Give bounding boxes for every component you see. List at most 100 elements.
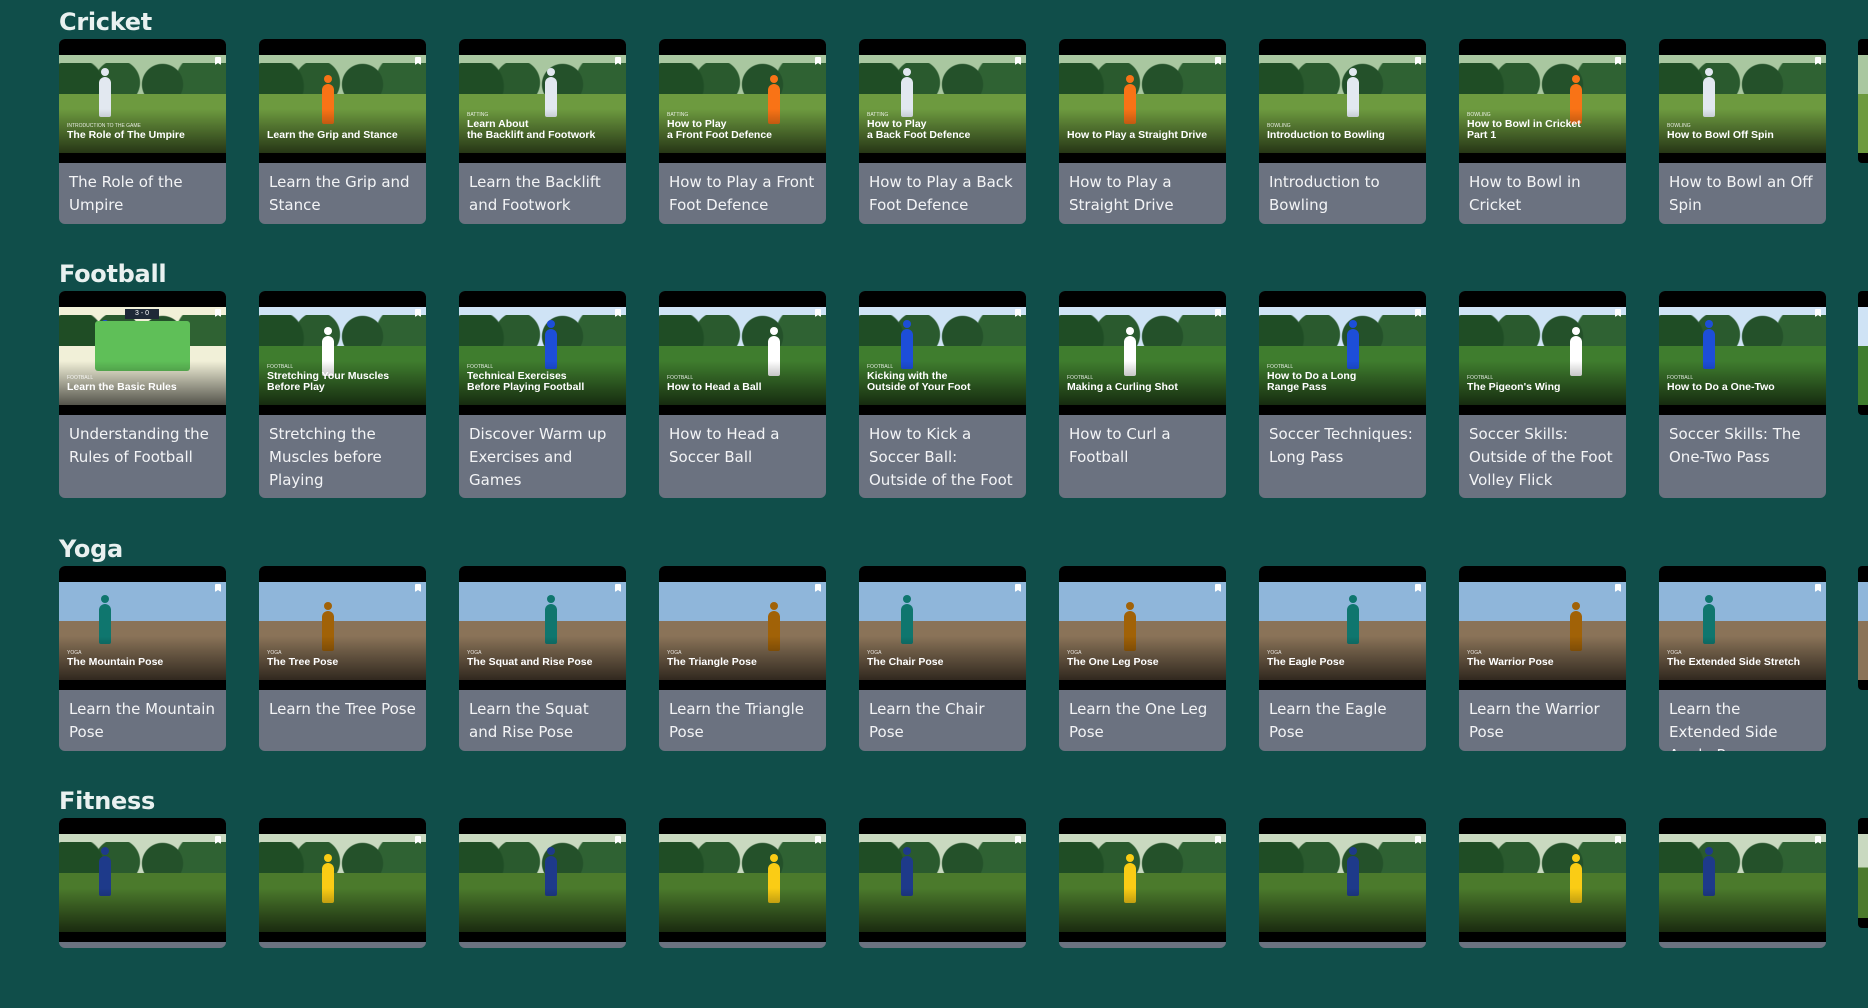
video-thumbnail[interactable]: Football Stretching Your Muscles Before P… bbox=[259, 291, 426, 415]
video-thumbnail[interactable]: Football How to Head a Ball bbox=[659, 291, 826, 415]
video-card[interactable]: Yoga The Chair Pose Learn the Chair Pose bbox=[859, 566, 1026, 751]
video-card[interactable]: Yoga The Triangle Pose Learn the Triangle … bbox=[659, 566, 826, 751]
video-thumbnail[interactable]: 3 - 0 Football Learn the Basic Rules bbox=[59, 291, 226, 415]
video-thumbnail[interactable]: Yoga The Mountain Pose bbox=[59, 566, 226, 690]
video-card[interactable]: Bowling How to Bowl Off Spin How to Bowl a… bbox=[1659, 39, 1826, 224]
next-card-peek[interactable] bbox=[1858, 291, 1868, 415]
video-title[interactable]: How to Kick a Soccer Ball: Outside of th… bbox=[859, 415, 1026, 498]
video-title[interactable]: How to Head a Soccer Ball bbox=[659, 415, 826, 479]
next-card-peek[interactable] bbox=[1858, 566, 1868, 690]
video-card[interactable]: Football How to Head a Ball How to Head a … bbox=[659, 291, 826, 498]
video-card[interactable]: Football How to Do a One-Two Soccer Skills… bbox=[1659, 291, 1826, 498]
video-thumbnail[interactable]: Yoga The Chair Pose bbox=[859, 566, 1026, 690]
video-card[interactable]: Introduction to the game The Role of The … bbox=[59, 39, 226, 224]
video-title[interactable]: How to Play a Straight Drive bbox=[1059, 163, 1226, 224]
video-title[interactable]: Learn the Warrior Pose bbox=[1459, 690, 1626, 751]
video-card[interactable]: Yoga The Extended Side Stretch Learn the E… bbox=[1659, 566, 1826, 751]
next-card-peek[interactable] bbox=[1858, 818, 1868, 928]
video-title[interactable]: Stretching the Muscles before Playing bbox=[259, 415, 426, 498]
video-title[interactable]: How to Bowl in Cricket bbox=[1459, 163, 1626, 224]
video-card[interactable]: Yoga The Tree Pose Learn the Tree Pose bbox=[259, 566, 426, 751]
video-thumbnail[interactable]: Yoga The Eagle Pose bbox=[1259, 566, 1426, 690]
video-card[interactable]: Learn the Grip and Stance Learn the Grip … bbox=[259, 39, 426, 224]
video-card[interactable] bbox=[59, 818, 226, 948]
video-thumbnail[interactable]: Yoga The Warrior Pose bbox=[1459, 566, 1626, 690]
video-title[interactable]: How to Play a Front Foot Defence bbox=[659, 163, 826, 224]
video-thumbnail[interactable]: Bowling How to Bowl in Cricket Part 1 bbox=[1459, 39, 1626, 163]
video-thumbnail[interactable]: Batting How to Play a Back Foot Defence bbox=[859, 39, 1026, 163]
video-card[interactable]: Football Stretching Your Muscles Before P… bbox=[259, 291, 426, 498]
video-title[interactable]: Learn the Grip and Stance bbox=[259, 163, 426, 224]
video-card[interactable] bbox=[1059, 818, 1226, 948]
video-thumbnail[interactable] bbox=[259, 818, 426, 942]
video-card[interactable]: Yoga The Mountain Pose Learn the Mountain … bbox=[59, 566, 226, 751]
video-card[interactable] bbox=[1459, 818, 1626, 948]
video-title[interactable]: Learn the Triangle Pose bbox=[659, 690, 826, 751]
video-thumbnail[interactable]: Yoga The Tree Pose bbox=[259, 566, 426, 690]
video-card[interactable] bbox=[859, 818, 1026, 948]
video-thumbnail[interactable] bbox=[1659, 818, 1826, 942]
video-thumbnail[interactable]: Football Making a Curling Shot bbox=[1059, 291, 1226, 415]
video-title[interactable]: Learn the Squat and Rise Pose bbox=[459, 690, 626, 751]
video-card[interactable]: Batting How to Play a Back Foot Defence Ho… bbox=[859, 39, 1026, 224]
video-title[interactable]: How to Curl a Football bbox=[1059, 415, 1226, 479]
video-thumbnail[interactable]: Football Kicking with the Outside of Your… bbox=[859, 291, 1026, 415]
video-title[interactable]: The Role of the Umpire bbox=[59, 163, 226, 224]
video-thumbnail[interactable] bbox=[459, 818, 626, 942]
video-thumbnail[interactable]: Football How to Do a Long Range Pass bbox=[1259, 291, 1426, 415]
video-title[interactable]: How to Play a Back Foot Defence bbox=[859, 163, 1026, 224]
video-title[interactable]: Understanding the Rules of Football bbox=[59, 415, 226, 479]
video-thumbnail[interactable]: Bowling Introduction to Bowling bbox=[1259, 39, 1426, 163]
video-title[interactable]: Learn the Extended Side Angle Pose bbox=[1659, 690, 1826, 751]
video-thumbnail[interactable]: Yoga The Triangle Pose bbox=[659, 566, 826, 690]
video-title[interactable]: Learn the Eagle Pose bbox=[1259, 690, 1426, 751]
video-card[interactable]: 3 - 0 Football Learn the Basic Rules Unders… bbox=[59, 291, 226, 498]
video-title[interactable]: Soccer Skills: The One-Two Pass bbox=[1659, 415, 1826, 479]
video-card[interactable] bbox=[459, 818, 626, 948]
video-thumbnail[interactable]: Yoga The Extended Side Stretch bbox=[1659, 566, 1826, 690]
video-card[interactable] bbox=[659, 818, 826, 948]
video-card[interactable] bbox=[1659, 818, 1826, 948]
video-card[interactable]: Yoga The Squat and Rise Pose Learn the Squ… bbox=[459, 566, 626, 751]
video-thumbnail[interactable]: Introduction to the game The Role of The … bbox=[59, 39, 226, 163]
video-title[interactable]: Soccer Skills: Outside of the Foot Volle… bbox=[1459, 415, 1626, 498]
video-card[interactable]: Bowling Introduction to Bowling Introducti… bbox=[1259, 39, 1426, 224]
video-card[interactable]: Batting How to Play a Front Foot Defence H… bbox=[659, 39, 826, 224]
video-thumbnail[interactable]: Yoga The Squat and Rise Pose bbox=[459, 566, 626, 690]
video-thumbnail[interactable] bbox=[59, 818, 226, 942]
video-thumbnail[interactable] bbox=[1259, 818, 1426, 942]
video-card[interactable] bbox=[1259, 818, 1426, 948]
video-thumbnail[interactable] bbox=[659, 818, 826, 942]
video-thumbnail[interactable]: Football How to Do a One-Two bbox=[1659, 291, 1826, 415]
video-card[interactable]: Batting Learn About the Backlift and Foot… bbox=[459, 39, 626, 224]
video-title[interactable]: Soccer Techniques: Long Pass bbox=[1259, 415, 1426, 479]
video-card[interactable] bbox=[259, 818, 426, 948]
video-thumbnail[interactable]: Bowling How to Bowl Off Spin bbox=[1659, 39, 1826, 163]
video-title[interactable]: Introduction to Bowling bbox=[1259, 163, 1426, 224]
video-thumbnail[interactable]: Learn the Grip and Stance bbox=[259, 39, 426, 163]
video-card[interactable]: How to Play a Straight Drive How to Play … bbox=[1059, 39, 1226, 224]
video-thumbnail[interactable]: Football Technical Exercises Before Playi… bbox=[459, 291, 626, 415]
video-card[interactable]: Football Kicking with the Outside of Your… bbox=[859, 291, 1026, 498]
next-card-peek[interactable] bbox=[1858, 39, 1868, 163]
video-card[interactable]: Yoga The Warrior Pose Learn the Warrior Po… bbox=[1459, 566, 1626, 751]
video-card[interactable]: Football The Pigeon's Wing Soccer Skills: … bbox=[1459, 291, 1626, 498]
video-card[interactable]: Football Making a Curling Shot How to Curl… bbox=[1059, 291, 1226, 498]
video-card[interactable]: Football How to Do a Long Range Pass Socce… bbox=[1259, 291, 1426, 498]
video-thumbnail[interactable]: How to Play a Straight Drive bbox=[1059, 39, 1226, 163]
video-thumbnail[interactable]: Batting How to Play a Front Foot Defence bbox=[659, 39, 826, 163]
video-thumbnail[interactable] bbox=[1459, 818, 1626, 942]
video-card[interactable]: Football Technical Exercises Before Playi… bbox=[459, 291, 626, 498]
video-title[interactable]: Discover Warm up Exercises and Games bbox=[459, 415, 626, 498]
video-title[interactable]: How to Bowl an Off Spin bbox=[1659, 163, 1826, 224]
video-thumbnail[interactable] bbox=[859, 818, 1026, 942]
video-thumbnail[interactable]: Football The Pigeon's Wing bbox=[1459, 291, 1626, 415]
video-title[interactable]: Learn the Tree Pose bbox=[259, 690, 426, 751]
video-title[interactable]: Learn the One Leg Pose bbox=[1059, 690, 1226, 751]
video-title[interactable]: Learn the Chair Pose bbox=[859, 690, 1026, 751]
video-thumbnail[interactable] bbox=[1059, 818, 1226, 942]
video-card[interactable]: Bowling How to Bowl in Cricket Part 1 How … bbox=[1459, 39, 1626, 224]
video-title[interactable]: Learn the Backlift and Footwork bbox=[459, 163, 626, 224]
video-title[interactable]: Learn the Mountain Pose bbox=[59, 690, 226, 751]
video-card[interactable]: Yoga The One Leg Pose Learn the One Leg Po… bbox=[1059, 566, 1226, 751]
